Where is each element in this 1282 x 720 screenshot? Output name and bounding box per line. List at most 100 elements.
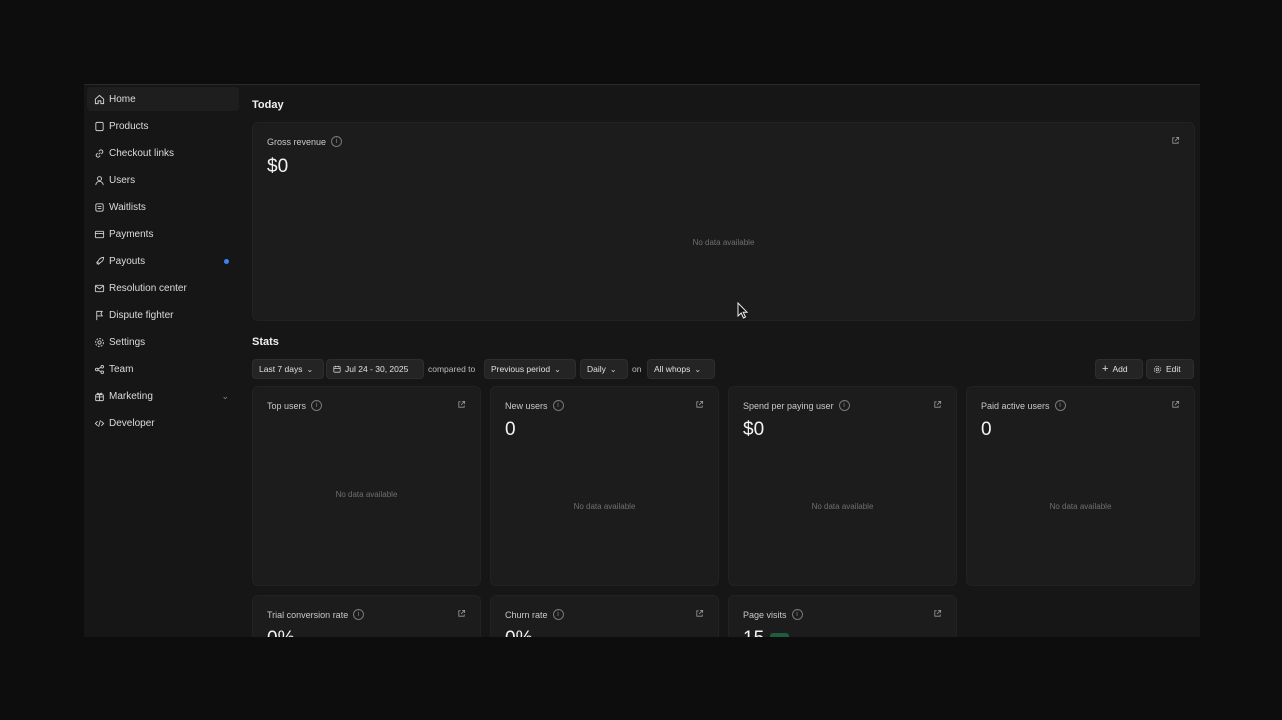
sidebar-item-label: Resolution center	[109, 282, 187, 294]
notification-dot	[224, 258, 229, 264]
sidebar-item-label: Products	[109, 120, 149, 132]
no-data-text: No data available	[335, 490, 398, 499]
chevron-down-icon: ⌄	[609, 364, 617, 374]
scope-label: All whops	[654, 364, 691, 374]
sidebar-item-label: Waitlists	[109, 201, 146, 213]
interval-label: Daily	[587, 364, 606, 374]
gift-icon	[90, 390, 108, 402]
sidebar-item-marketing[interactable]: Marketing ⌄	[87, 384, 239, 408]
date-range-label: Jul 24 - 30, 2025	[345, 364, 409, 374]
user-icon	[90, 174, 108, 186]
sidebar-item-team[interactable]: Team	[87, 357, 239, 381]
sidebar-item-label: Payouts	[109, 255, 146, 267]
sidebar-item-settings[interactable]: Settings	[87, 330, 239, 354]
chevron-down-icon[interactable]: ⌄	[221, 391, 229, 402]
sidebar-item-dispute-fighter[interactable]: Dispute fighter	[87, 303, 239, 327]
sidebar-item-products[interactable]: Products	[87, 114, 239, 138]
card-label: Spend per paying user	[743, 400, 834, 411]
external-link-icon[interactable]	[1171, 136, 1180, 145]
sidebar-item-label: Settings	[109, 336, 146, 348]
info-icon[interactable]: i	[331, 136, 343, 147]
no-data-text: No data available	[811, 502, 874, 511]
external-link-icon[interactable]	[933, 609, 942, 618]
sidebar-item-developer[interactable]: Developer	[87, 411, 239, 435]
info-icon[interactable]: i	[791, 609, 803, 620]
no-data-text: No data available	[1049, 502, 1112, 511]
sidebar-item-resolution-center[interactable]: Resolution center	[87, 276, 239, 300]
stat-card-new-users[interactable]: New users i 0 No data available	[490, 386, 719, 586]
sidebar-item-payments[interactable]: Payments	[87, 222, 239, 246]
page-visits-value: 15	[743, 628, 764, 637]
list-icon	[90, 201, 108, 213]
external-link-icon[interactable]	[1171, 400, 1180, 409]
card-title: Churn rate i	[505, 609, 564, 620]
stat-card-paid-active-users[interactable]: Paid active users i 0 No data available	[966, 386, 1195, 586]
sidebar-item-checkout-links[interactable]: Checkout links	[87, 141, 239, 165]
compared-to-text: compared to	[428, 364, 476, 374]
sidebar-item-home[interactable]: Home	[87, 87, 239, 111]
card-label: Top users	[267, 400, 307, 411]
card-title: Paid active users i	[981, 400, 1066, 411]
add-button[interactable]: + Add	[1095, 359, 1143, 379]
card-title: Gross revenue i	[267, 136, 343, 147]
card-value: 0%	[505, 628, 532, 637]
card-value: 0	[981, 419, 992, 440]
stat-card-churn-rate[interactable]: Churn rate i 0%	[490, 595, 719, 637]
add-label: Add	[1112, 364, 1128, 374]
gross-revenue-card[interactable]: Gross revenue i $0 No data available	[252, 122, 1195, 321]
card-title: New users i	[505, 400, 564, 411]
external-link-icon[interactable]	[933, 400, 942, 409]
sidebar-item-label: Dispute fighter	[109, 309, 174, 321]
card-icon	[90, 228, 108, 240]
share-icon	[90, 363, 108, 375]
change-badge	[770, 633, 790, 637]
calendar-icon	[333, 365, 341, 373]
sidebar-item-label: Checkout links	[109, 147, 175, 159]
info-icon[interactable]: i	[311, 400, 323, 411]
card-label: Churn rate	[505, 609, 548, 620]
info-icon[interactable]: i	[552, 400, 564, 411]
sidebar-item-waitlists[interactable]: Waitlists	[87, 195, 239, 219]
info-icon[interactable]: i	[1054, 400, 1066, 411]
card-title: Page visits i	[743, 609, 803, 620]
interval-select[interactable]: Daily ⌄	[580, 359, 628, 379]
range-select[interactable]: Last 7 days ⌄	[252, 359, 324, 379]
dashboard-window: Home Products Checkout links Users Waitl…	[84, 84, 1200, 637]
external-link-icon[interactable]	[695, 400, 704, 409]
comparison-select[interactable]: Previous period ⌄	[484, 359, 576, 379]
no-data-text: No data available	[692, 238, 755, 247]
edit-label: Edit	[1166, 364, 1181, 374]
gross-revenue-label: Gross revenue	[267, 136, 327, 147]
on-text: on	[632, 364, 642, 374]
external-link-icon[interactable]	[457, 609, 466, 618]
flag-icon	[90, 309, 108, 321]
stat-card-top-users[interactable]: Top users i No data available	[252, 386, 481, 586]
stat-card-trial-conversion-rate[interactable]: Trial conversion rate i 0%	[252, 595, 481, 637]
info-icon[interactable]: i	[353, 609, 365, 620]
card-title: Top users i	[267, 400, 323, 411]
stat-card-spend-per-paying-user[interactable]: Spend per paying user i $0 No data availa…	[728, 386, 957, 586]
card-label: Paid active users	[981, 400, 1050, 411]
sidebar-item-payouts[interactable]: Payouts	[87, 249, 239, 273]
stat-card-page-visits[interactable]: Page visits i 15	[728, 595, 957, 637]
sidebar-item-label: Developer	[109, 417, 155, 429]
rocket-icon	[90, 255, 108, 267]
gear-icon	[1153, 365, 1162, 373]
sidebar-item-users[interactable]: Users	[87, 168, 239, 192]
edit-button[interactable]: Edit	[1146, 359, 1194, 379]
info-icon[interactable]: i	[838, 400, 850, 411]
card-value: $0	[743, 419, 765, 440]
sidebar-item-label: Team	[109, 363, 134, 375]
external-link-icon[interactable]	[457, 400, 466, 409]
external-link-icon[interactable]	[695, 609, 704, 618]
mail-icon	[90, 282, 108, 294]
gear-icon	[90, 336, 108, 348]
card-label: Page visits	[743, 609, 787, 620]
date-range-picker[interactable]: Jul 24 - 30, 2025	[326, 359, 424, 379]
gross-revenue-value: $0	[267, 156, 289, 177]
box-icon	[90, 120, 108, 132]
scope-select[interactable]: All whops ⌄	[647, 359, 715, 379]
link-icon	[90, 147, 108, 159]
card-title: Spend per paying user i	[743, 400, 850, 411]
info-icon[interactable]: i	[552, 609, 564, 620]
